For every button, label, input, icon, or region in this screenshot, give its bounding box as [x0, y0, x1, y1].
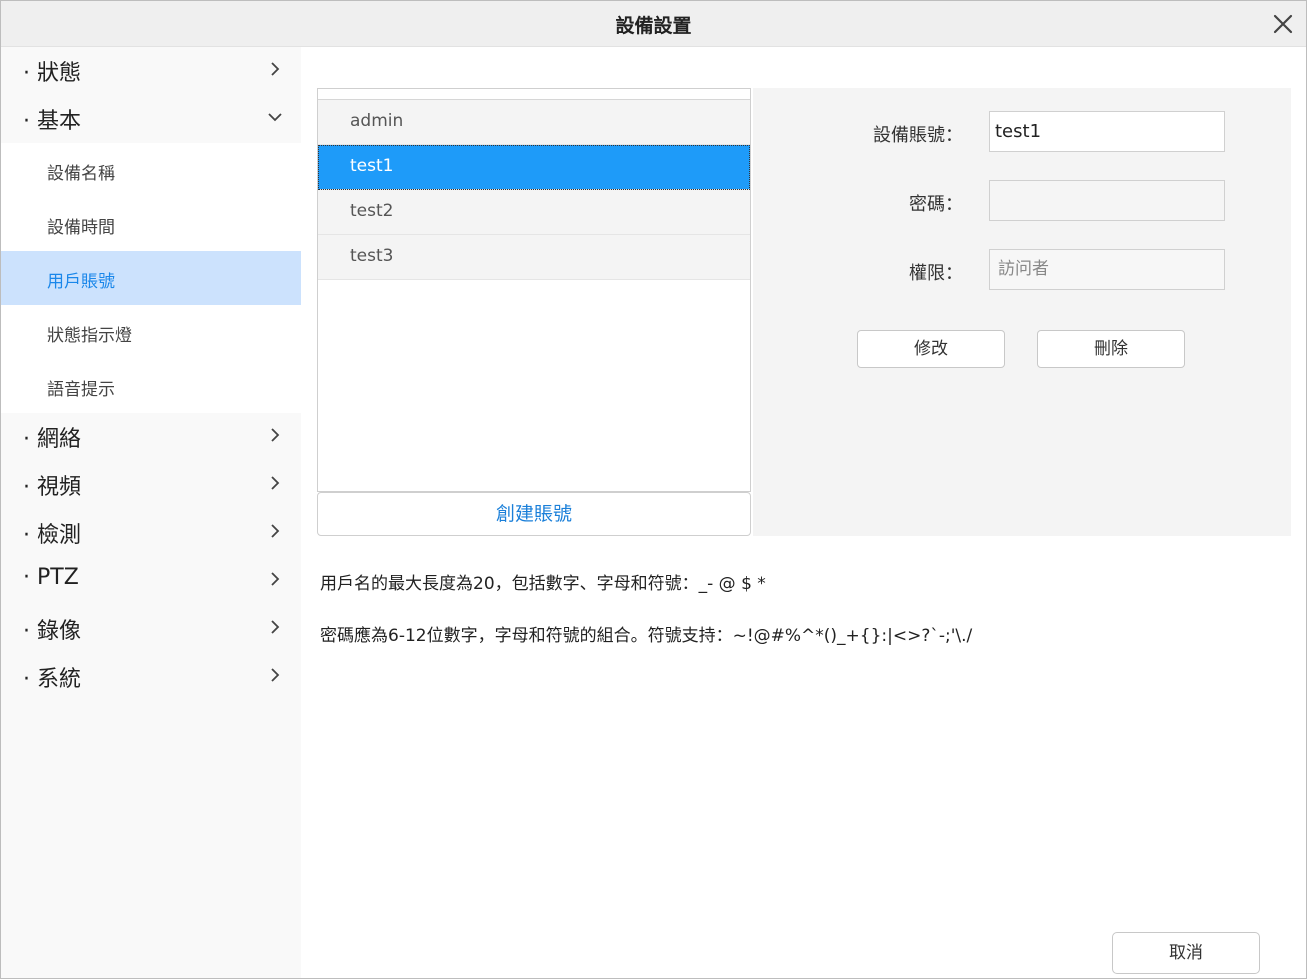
sidebar-group-network[interactable]: · 網絡 [1, 413, 301, 461]
list-item[interactable]: test3 [318, 235, 750, 280]
list-item[interactable]: admin [318, 100, 750, 145]
close-icon[interactable] [1272, 13, 1294, 35]
sidebar-item-device-time[interactable]: 設備時間 [1, 197, 301, 251]
sidebar-group-recording[interactable]: · 錄像 [1, 605, 301, 653]
list-item-label: test2 [350, 201, 394, 221]
sidebar-group-label: · 網絡 [23, 427, 81, 452]
list-header [318, 89, 750, 100]
sidebar: · 狀態 · 基本 設備名稱 設備時間 用戶賬號 狀態指示燈 語音提示 · 網絡… [1, 47, 301, 978]
sidebar-item-label: 用戶賬號 [47, 272, 115, 292]
create-account-button[interactable]: 創建賬號 [317, 492, 751, 536]
list-item-label: test3 [350, 246, 394, 266]
list-item-label: test1 [350, 156, 394, 176]
password-label: 密碼： [909, 194, 963, 215]
chevron-right-icon [271, 62, 280, 76]
sidebar-group-basic[interactable]: · 基本 [1, 95, 301, 143]
sidebar-group-label: · 狀態 [23, 61, 81, 86]
sidebar-item-label: 狀態指示燈 [47, 326, 132, 346]
chevron-right-icon [271, 668, 280, 682]
sidebar-item-label: 設備名稱 [47, 164, 115, 184]
account-rules-notes: 用戶名的最大長度為20，包括數字、字母和符號：_- @ $ * 密碼應為6-12… [320, 569, 972, 673]
sidebar-group-label: · PTZ [23, 565, 79, 590]
sidebar-item-status-light[interactable]: 狀態指示燈 [1, 305, 301, 359]
permission-field: 訪问者 [989, 249, 1225, 290]
sidebar-item-voice-prompt[interactable]: 語音提示 [1, 359, 301, 413]
account-detail-panel: 設備賬號： 密碼： 權限： 訪问者 修改 刪除 [753, 88, 1291, 536]
list-item[interactable]: test2 [318, 190, 750, 235]
dialog-title: 設備設置 [615, 15, 692, 37]
sidebar-group-label: · 視頻 [23, 475, 81, 500]
settings-dialog: 設備設置 · 狀態 · 基本 設備名稱 設備時間 用戶賬號 狀態指示燈 語音提示… [0, 0, 1307, 979]
list-item-label: admin [350, 111, 404, 131]
sidebar-group-label: · 基本 [23, 109, 81, 134]
chevron-right-icon [271, 620, 280, 634]
sidebar-group-label: · 系統 [23, 667, 81, 692]
chevron-right-icon [271, 524, 280, 538]
sidebar-group-ptz[interactable]: · PTZ [1, 557, 301, 605]
permission-label: 權限： [909, 263, 963, 284]
account-label: 設備賬號： [873, 125, 963, 146]
chevron-right-icon [271, 428, 280, 442]
title-bar: 設備設置 [1, 1, 1306, 47]
modify-button[interactable]: 修改 [857, 330, 1005, 368]
sidebar-item-device-name[interactable]: 設備名稱 [1, 143, 301, 197]
sidebar-group-detection[interactable]: · 檢測 [1, 509, 301, 557]
cancel-button[interactable]: 取消 [1112, 932, 1260, 974]
account-input[interactable] [989, 111, 1225, 152]
delete-button[interactable]: 刪除 [1037, 330, 1185, 368]
user-account-list: admin test1 test2 test3 [317, 88, 751, 492]
list-item[interactable]: test1 [318, 145, 750, 190]
password-input[interactable] [989, 180, 1225, 221]
sidebar-sub-list: 設備名稱 設備時間 用戶賬號 狀態指示燈 語音提示 [1, 143, 301, 413]
sidebar-item-label: 設備時間 [47, 218, 115, 238]
sidebar-group-system[interactable]: · 系統 [1, 653, 301, 701]
sidebar-item-user-account[interactable]: 用戶賬號 [1, 251, 301, 305]
chevron-right-icon [271, 572, 280, 586]
sidebar-group-video[interactable]: · 視頻 [1, 461, 301, 509]
sidebar-group-label: · 檢測 [23, 523, 81, 548]
chevron-right-icon [271, 476, 280, 490]
sidebar-group-status[interactable]: · 狀態 [1, 47, 301, 95]
password-rule-text: 密碼應為6-12位數字，字母和符號的組合。符號支持：~!@#%^*()_+{}:… [320, 626, 973, 646]
sidebar-item-label: 語音提示 [47, 380, 115, 400]
sidebar-group-label: · 錄像 [23, 619, 81, 644]
username-rule-text: 用戶名的最大長度為20，包括數字、字母和符號：_- @ $ * [320, 574, 766, 594]
chevron-down-icon [268, 113, 282, 122]
